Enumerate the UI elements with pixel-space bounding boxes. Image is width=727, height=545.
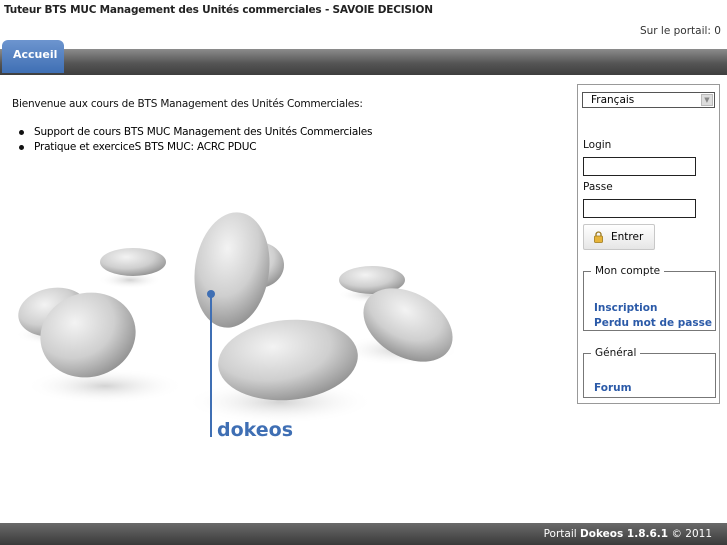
password-field[interactable] xyxy=(583,199,696,218)
pebble xyxy=(100,248,166,276)
tab-accueil[interactable]: Accueil xyxy=(2,40,64,73)
footer-brand-link[interactable]: Dokeos 1.8.6.1 xyxy=(580,528,668,540)
login-submit-label: Entrer xyxy=(611,231,644,243)
chevron-down-icon[interactable]: ▼ xyxy=(701,94,713,106)
footer-copyright: © 2011 xyxy=(671,528,712,540)
forum-link[interactable]: Forum xyxy=(594,382,632,394)
password-label: Passe xyxy=(583,181,613,193)
account-legend: Mon compte xyxy=(595,265,661,277)
course-link-list: Support de cours BTS MUC Management des … xyxy=(18,125,373,155)
dokeos-pebbles-illustration: dokeos xyxy=(15,212,460,441)
welcome-text: Bienvenue aux cours de BTS Management de… xyxy=(12,98,363,110)
login-label: Login xyxy=(583,139,612,151)
lost-password-link[interactable]: Perdu mot de passe xyxy=(594,317,712,329)
logo-pointer-dot xyxy=(207,290,215,298)
general-box: Général Forum xyxy=(583,347,716,398)
pebble xyxy=(194,212,270,328)
footer-text: Portail Dokeos 1.8.6.1 © 2011 xyxy=(544,528,712,540)
dokeos-logo-text: dokeos xyxy=(217,419,293,441)
signup-link[interactable]: Inscription xyxy=(594,302,657,314)
site-title: Tuteur BTS MUC Management des Unités com… xyxy=(4,4,433,16)
tab-label: Accueil xyxy=(13,48,58,61)
main-navbar: Accueil xyxy=(0,40,727,75)
list-item[interactable]: Pratique et exerciceS BTS MUC: ACRC PDUC xyxy=(18,140,372,155)
list-item[interactable]: Support de cours BTS MUC Management des … xyxy=(18,125,373,140)
login-field[interactable] xyxy=(583,157,696,176)
footer-bar: Portail Dokeos 1.8.6.1 © 2011 xyxy=(0,523,727,545)
sidebar-panel: Français ▼ Login Passe Entrer Mon compte… xyxy=(577,84,720,404)
online-count: Sur le portail: 0 xyxy=(639,25,721,37)
lock-icon xyxy=(594,231,603,243)
login-submit-button[interactable]: Entrer xyxy=(583,224,655,250)
footer-prefix: Portail xyxy=(543,528,577,540)
language-selected-value: Français xyxy=(591,94,635,106)
account-box: Mon compte Inscription Perdu mot de pass… xyxy=(583,265,716,331)
general-legend: Général xyxy=(595,347,637,359)
language-select[interactable]: Français ▼ xyxy=(582,92,715,108)
